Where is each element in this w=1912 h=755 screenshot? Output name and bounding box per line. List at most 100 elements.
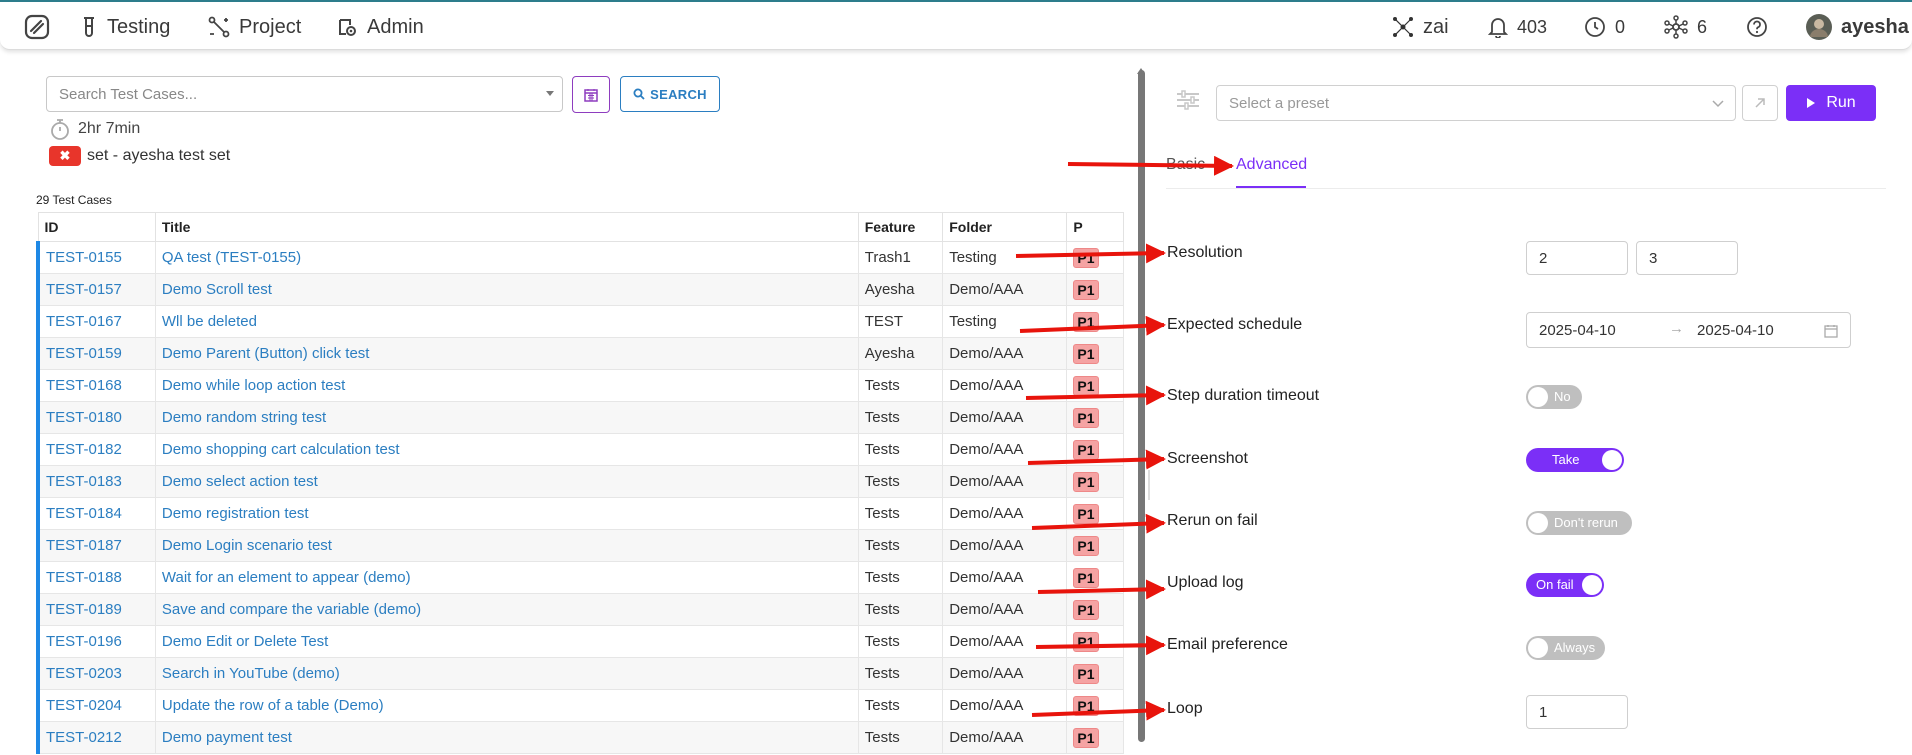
selected-test-set: ✖ set - ayesha test set (49, 146, 230, 166)
test-case-title[interactable]: Demo payment test (154, 721, 859, 754)
loop-input[interactable]: 1 (1526, 695, 1628, 729)
table-row[interactable]: TEST-0203 Search in YouTube (demo) Tests De… (35, 657, 1124, 690)
zai-label: zai (1423, 15, 1449, 38)
table-row[interactable]: TEST-0189 Save and compare the variable (… (35, 593, 1124, 626)
test-case-title[interactable]: Demo registration test (154, 497, 859, 530)
test-case-search[interactable] (46, 76, 563, 112)
chevron-down-icon[interactable] (546, 91, 554, 96)
test-case-priority: P1 (1066, 561, 1124, 594)
preset-select[interactable]: Select a preset (1216, 85, 1736, 121)
nav-project-label: Project (239, 15, 302, 38)
schedule-end-date[interactable]: 2025-04-10 (1697, 322, 1774, 339)
test-case-id[interactable]: TEST-0188 (35, 561, 156, 594)
table-row[interactable]: TEST-0184 Demo registration test Tests Demo… (35, 497, 1124, 530)
schedule-start-date[interactable]: 2025-04-10 (1539, 322, 1616, 339)
column-header-id[interactable]: ID (37, 212, 156, 242)
clock-button[interactable]: 0 (1584, 14, 1625, 40)
table-row[interactable]: TEST-0204 Update the row of a table (Demo… (35, 689, 1124, 722)
test-case-feature: Tests (857, 593, 944, 626)
table-row[interactable]: TEST-0167 Wll be deleted TEST Testing P1 (35, 305, 1124, 338)
test-case-id[interactable]: TEST-0180 (35, 401, 156, 434)
column-header-folder[interactable]: Folder (942, 212, 1068, 242)
test-case-title[interactable]: Demo Login scenario test (154, 529, 859, 562)
test-case-id[interactable]: TEST-0183 (35, 465, 156, 498)
table-row[interactable]: TEST-0180 Demo random string test Tests Dem… (35, 401, 1124, 434)
email-pref-toggle[interactable]: Always (1526, 636, 1605, 660)
user-menu[interactable]: ayesha (1806, 14, 1909, 40)
table-row[interactable]: TEST-0157 Demo Scroll test Ayesha Demo/AAA P… (35, 273, 1124, 306)
test-case-folder: Demo/AAA (942, 273, 1068, 306)
table-row[interactable]: TEST-0187 Demo Login scenario test Tests De… (35, 529, 1124, 562)
test-case-title[interactable]: Demo random string test (154, 401, 859, 434)
test-case-id[interactable]: TEST-0182 (35, 433, 156, 466)
screenshot-value: Take (1552, 452, 1580, 467)
test-case-id[interactable]: TEST-0204 (35, 689, 156, 722)
test-case-title[interactable]: Update the row of a table (Demo) (154, 689, 859, 722)
table-row[interactable]: TEST-0155 QA test (TEST-0155) Trash1 Testin… (35, 241, 1124, 274)
test-case-title[interactable]: Demo while loop action test (154, 369, 859, 402)
column-header-feature[interactable]: Feature (857, 212, 944, 242)
test-case-id[interactable]: TEST-0212 (35, 721, 156, 754)
run-button[interactable]: Run (1786, 85, 1876, 121)
priority-badge: P1 (1073, 631, 1099, 652)
zai-button[interactable]: zai (1392, 14, 1449, 40)
panel-resize-handle[interactable] (1148, 470, 1150, 500)
table-row[interactable]: TEST-0168 Demo while loop action test Test… (35, 369, 1124, 402)
table-row[interactable]: TEST-0159 Demo Parent (Button) click test… (35, 337, 1124, 370)
test-case-id[interactable]: TEST-0189 (35, 593, 156, 626)
schedule-date-range[interactable]: 2025-04-10 → 2025-04-10 (1526, 312, 1851, 348)
tab-advanced[interactable]: Advanced (1236, 156, 1307, 174)
nav-admin[interactable]: Admin (336, 14, 424, 40)
test-case-id[interactable]: TEST-0184 (35, 497, 156, 530)
test-case-id[interactable]: TEST-0187 (35, 529, 156, 562)
rerun-toggle[interactable]: Don't rerun (1526, 511, 1632, 535)
resolution-width-input[interactable]: 2 (1526, 241, 1628, 275)
test-case-priority: P1 (1066, 465, 1124, 498)
test-case-title[interactable]: Demo shopping cart calculation test (154, 433, 859, 466)
test-case-title[interactable]: Wll be deleted (154, 305, 859, 338)
upload-log-value: On fail (1536, 577, 1574, 592)
priority-badge: P1 (1073, 343, 1099, 364)
test-case-id[interactable]: TEST-0159 (35, 337, 156, 370)
search-button[interactable]: SEARCH (620, 76, 720, 112)
external-link-icon (1755, 98, 1765, 108)
help-button[interactable] (1746, 14, 1777, 40)
app-logo-icon[interactable] (24, 14, 50, 45)
tab-basic[interactable]: Basic (1166, 156, 1205, 174)
test-case-title[interactable]: Save and compare the variable (demo) (154, 593, 859, 626)
network-button[interactable]: 6 (1664, 14, 1707, 40)
notifications-button[interactable]: 403 (1488, 14, 1547, 40)
test-case-title[interactable]: Demo Scroll test (154, 273, 859, 306)
test-case-id[interactable]: TEST-0155 (35, 241, 156, 274)
search-input[interactable] (57, 85, 521, 104)
table-row[interactable]: TEST-0188 Wait for an element to appear (… (35, 561, 1124, 594)
step-timeout-toggle[interactable]: No (1526, 385, 1582, 409)
column-header-title[interactable]: Title (154, 212, 859, 242)
test-case-id[interactable]: TEST-0157 (35, 273, 156, 306)
nav-project[interactable]: Project (208, 14, 301, 40)
calendar-button[interactable] (572, 76, 610, 113)
test-case-id[interactable]: TEST-0203 (35, 657, 156, 690)
test-case-id[interactable]: TEST-0196 (35, 625, 156, 658)
test-case-title[interactable]: QA test (TEST-0155) (154, 241, 859, 274)
test-case-id[interactable]: TEST-0167 (35, 305, 156, 338)
column-header-priority[interactable]: P (1066, 212, 1124, 242)
table-row[interactable]: TEST-0212 Demo payment test Tests Demo/AAA P… (35, 721, 1124, 754)
test-case-title[interactable]: Demo Parent (Button) click test (154, 337, 859, 370)
test-case-id[interactable]: TEST-0168 (35, 369, 156, 402)
test-case-title[interactable]: Search in YouTube (demo) (154, 657, 859, 690)
upload-log-toggle[interactable]: On fail (1526, 573, 1604, 597)
nav-testing[interactable]: Testing (80, 14, 170, 40)
table-row[interactable]: TEST-0196 Demo Edit or Delete Test Tests De… (35, 625, 1124, 658)
remove-set-icon[interactable]: ✖ (49, 146, 81, 166)
calendar-icon[interactable] (1824, 324, 1838, 338)
screenshot-toggle[interactable]: Take (1526, 448, 1624, 472)
test-case-title[interactable]: Wait for an element to appear (demo) (154, 561, 859, 594)
open-preset-button[interactable] (1742, 85, 1778, 121)
table-scrollbar[interactable] (1138, 70, 1145, 742)
table-row[interactable]: TEST-0183 Demo select action test Tests Dem… (35, 465, 1124, 498)
resolution-height-input[interactable]: 3 (1636, 241, 1738, 275)
test-case-title[interactable]: Demo Edit or Delete Test (154, 625, 859, 658)
test-case-title[interactable]: Demo select action test (154, 465, 859, 498)
table-row[interactable]: TEST-0182 Demo shopping cart calculation … (35, 433, 1124, 466)
